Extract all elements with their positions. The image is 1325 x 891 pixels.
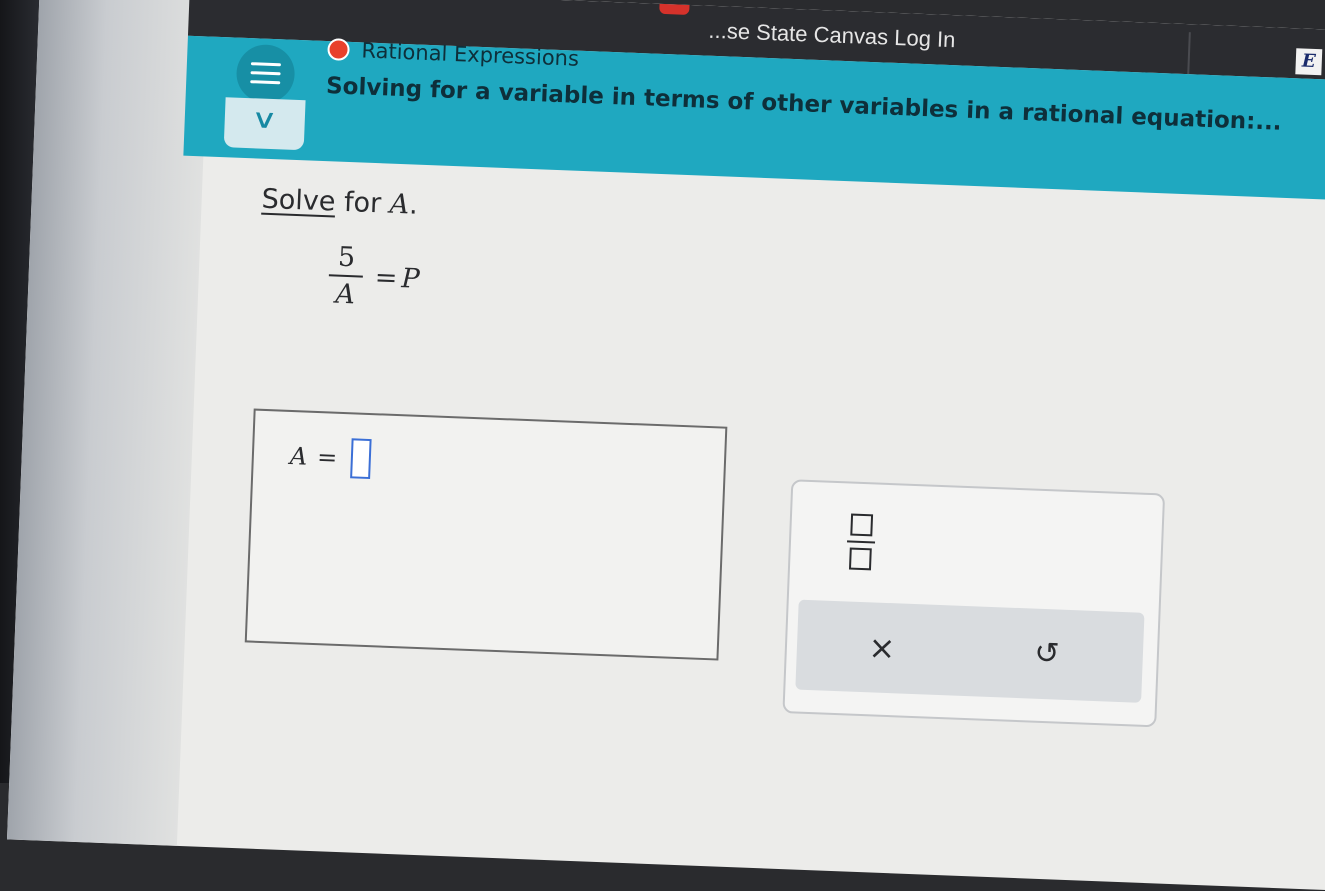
equation-rhs: P — [400, 262, 421, 295]
fraction-numerator: 5 — [337, 241, 356, 274]
left-margin — [6, 0, 210, 846]
clear-button[interactable]: × — [851, 622, 913, 674]
fraction-key-button[interactable] — [840, 513, 882, 574]
hamburger-icon — [250, 62, 281, 67]
problem-prompt: Solve for A. — [261, 184, 418, 221]
keypad-actions-bar: × ↺ — [795, 599, 1145, 703]
fraction-numerator-box-icon — [850, 513, 874, 537]
prompt-variable: A — [389, 188, 410, 221]
hamburger-icon-bar — [250, 71, 281, 76]
tab-separator — [1187, 32, 1191, 75]
browser-favicon — [659, 3, 690, 15]
undo-button[interactable]: ↺ — [1016, 628, 1078, 680]
given-equation: 5 A = P — [328, 241, 421, 312]
prompt-end: . — [408, 189, 419, 221]
answer-equals: = — [316, 443, 338, 472]
math-keypad: × ↺ — [782, 479, 1166, 728]
extension-badge-icon[interactable]: E — [1295, 48, 1323, 76]
screen: ...se State Canvas Log In E Rational Exp… — [6, 0, 1325, 891]
prompt-text: for — [334, 186, 391, 220]
answer-input-area[interactable]: A = — [244, 408, 728, 661]
chevron-down-icon: ∨ — [250, 104, 279, 136]
answer-input-slot[interactable] — [350, 438, 373, 480]
fraction-denominator-box-icon — [848, 547, 872, 571]
fraction-line-icon — [847, 540, 876, 544]
solve-link[interactable]: Solve — [261, 184, 336, 218]
status-dot-icon — [327, 38, 350, 61]
answer-variable: A — [289, 441, 308, 471]
equals-sign: = — [374, 261, 399, 294]
browser-tab-title[interactable]: ...se State Canvas Log In — [708, 18, 956, 53]
fraction-denominator: A — [334, 278, 356, 311]
equation-fraction: 5 A — [328, 241, 365, 310]
answer-expression: A = — [289, 436, 373, 480]
expand-header-button[interactable]: ∨ — [223, 97, 306, 151]
hamburger-icon-bar — [250, 80, 281, 85]
